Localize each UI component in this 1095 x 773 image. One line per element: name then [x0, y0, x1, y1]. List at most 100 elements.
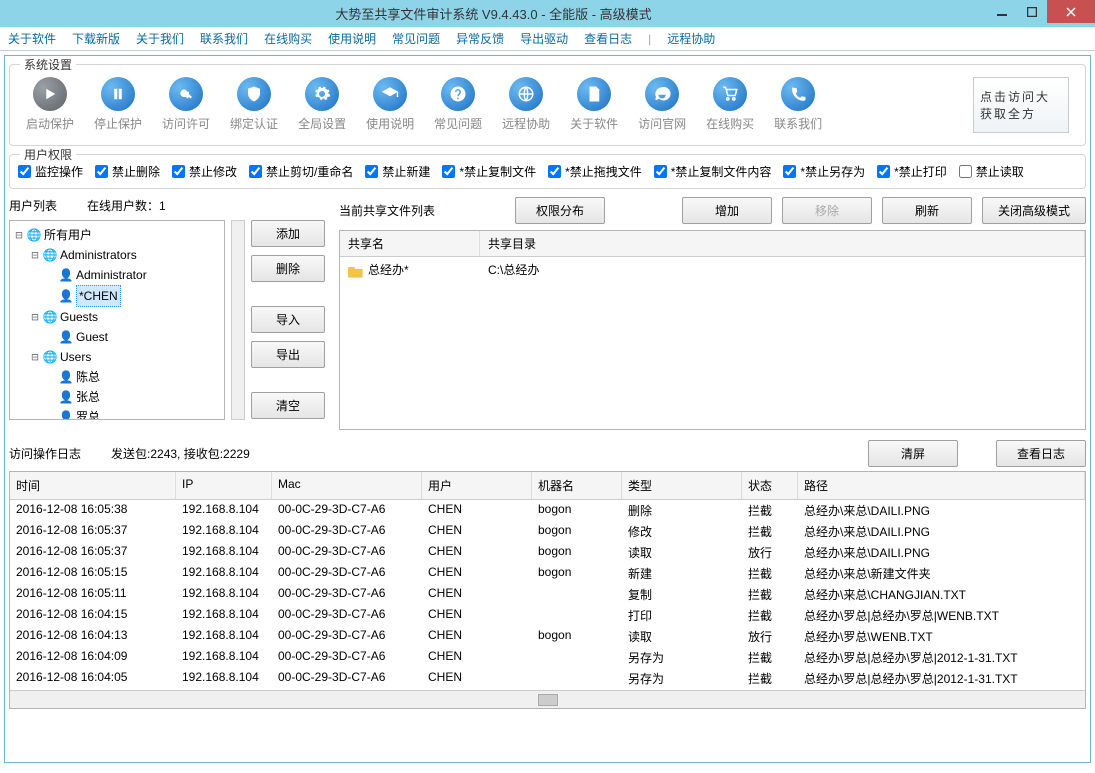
- toolbar-key-button[interactable]: 访问许可: [162, 77, 210, 132]
- export-button[interactable]: 导出: [251, 341, 325, 368]
- menu-buy[interactable]: 在线购买: [264, 30, 312, 47]
- log-row[interactable]: 2016-12-08 16:04:05192.168.8.10400-0C-29…: [10, 668, 1085, 689]
- toolbar-pause-button[interactable]: 停止保护: [94, 77, 142, 132]
- perm-checkbox[interactable]: [877, 165, 890, 178]
- perm-checkbox[interactable]: [172, 165, 185, 178]
- perm-*禁止另存为[interactable]: *禁止另存为: [783, 163, 865, 180]
- toolbar-label: 联系我们: [774, 115, 822, 132]
- perm-*禁止拖拽文件[interactable]: *禁止拖拽文件: [548, 163, 642, 180]
- log-col-host[interactable]: 机器名: [532, 472, 622, 499]
- log-row[interactable]: 2016-12-08 16:04:09192.168.8.10400-0C-29…: [10, 647, 1085, 668]
- menu-remote[interactable]: 远程协助: [667, 30, 715, 47]
- tree-user[interactable]: 👤陈总: [46, 367, 220, 387]
- tree-group[interactable]: ⊟🌐Administrators: [30, 245, 220, 265]
- toolbar-shield-button[interactable]: 绑定认证: [230, 77, 278, 132]
- tree-user[interactable]: 👤张总: [46, 387, 220, 407]
- perm-*禁止打印[interactable]: *禁止打印: [877, 163, 947, 180]
- share-col-name[interactable]: 共享名: [340, 231, 480, 256]
- perm-禁止新建[interactable]: 禁止新建: [365, 163, 430, 180]
- system-settings-title: 系统设置: [20, 56, 76, 73]
- tree-user[interactable]: 👤罗总: [46, 407, 220, 420]
- delete-user-button[interactable]: 删除: [251, 255, 325, 282]
- maximize-button[interactable]: [1017, 0, 1047, 23]
- perm-dist-button[interactable]: 权限分布: [515, 197, 605, 224]
- share-refresh-button[interactable]: 刷新: [882, 197, 972, 224]
- tree-group[interactable]: ⊟🌐Users: [30, 347, 220, 367]
- perm-checkbox[interactable]: [959, 165, 972, 178]
- menu-feedback[interactable]: 异常反馈: [456, 30, 504, 47]
- perm-checkbox[interactable]: [783, 165, 796, 178]
- menu-about-us[interactable]: 关于我们: [136, 30, 184, 47]
- log-col-mac[interactable]: Mac: [272, 472, 422, 499]
- perm-checkbox[interactable]: [95, 165, 108, 178]
- tree-root[interactable]: ⊟🌐所有用户: [14, 225, 220, 245]
- toolbar-ie-button[interactable]: 访问官网: [638, 77, 686, 132]
- toolbar-help-button[interactable]: 常见问题: [434, 77, 482, 132]
- log-row[interactable]: 2016-12-08 16:05:37192.168.8.10400-0C-29…: [10, 542, 1085, 563]
- log-col-user[interactable]: 用户: [422, 472, 532, 499]
- toolbar-grad-button[interactable]: 使用说明: [366, 77, 414, 132]
- toolbar-cart-button[interactable]: 在线购买: [706, 77, 754, 132]
- perm-监控操作[interactable]: 监控操作: [18, 163, 83, 180]
- menu-faq[interactable]: 常见问题: [392, 30, 440, 47]
- promo-banner[interactable]: 点击访问大获取全方: [973, 77, 1069, 133]
- perm-*禁止复制文件内容[interactable]: *禁止复制文件内容: [654, 163, 772, 180]
- globe-icon: [509, 77, 543, 111]
- clear-users-button[interactable]: 清空: [251, 392, 325, 419]
- share-add-button[interactable]: 增加: [682, 197, 772, 224]
- tree-scrollbar[interactable]: [231, 220, 245, 420]
- log-col-state[interactable]: 状态: [742, 472, 798, 499]
- perm-禁止修改[interactable]: 禁止修改: [172, 163, 237, 180]
- toolbar-gear-button[interactable]: 全局设置: [298, 77, 346, 132]
- perm-禁止读取[interactable]: 禁止读取: [959, 163, 1024, 180]
- add-user-button[interactable]: 添加: [251, 220, 325, 247]
- toolbar-play-button[interactable]: 启动保护: [26, 77, 74, 132]
- perm-checkbox[interactable]: [442, 165, 455, 178]
- menu-about-software[interactable]: 关于软件: [8, 30, 56, 47]
- tree-user[interactable]: 👤Guest: [46, 327, 220, 347]
- toolbar-phone-button[interactable]: 联系我们: [774, 77, 822, 132]
- log-clear-button[interactable]: 清屏: [868, 440, 958, 467]
- perm-checkbox[interactable]: [365, 165, 378, 178]
- tree-user[interactable]: 👤*CHEN: [46, 285, 220, 307]
- toolbar-doc-button[interactable]: 关于软件: [570, 77, 618, 132]
- perm-checkbox[interactable]: [654, 165, 667, 178]
- log-row[interactable]: 2016-12-08 16:05:15192.168.8.10400-0C-29…: [10, 563, 1085, 584]
- perm-*禁止复制文件[interactable]: *禁止复制文件: [442, 163, 536, 180]
- log-row[interactable]: 2016-12-08 16:05:38192.168.8.10400-0C-29…: [10, 500, 1085, 521]
- log-col-type[interactable]: 类型: [622, 472, 742, 499]
- log-col-path[interactable]: 路径: [798, 472, 1085, 499]
- log-row[interactable]: 2016-12-08 16:04:15192.168.8.10400-0C-29…: [10, 605, 1085, 626]
- menu-help[interactable]: 使用说明: [328, 30, 376, 47]
- menu-view-log[interactable]: 查看日志: [584, 30, 632, 47]
- log-row[interactable]: 2016-12-08 16:05:37192.168.8.10400-0C-29…: [10, 521, 1085, 542]
- tree-user[interactable]: 👤Administrator: [46, 265, 220, 285]
- log-row[interactable]: 2016-12-08 16:05:11192.168.8.10400-0C-29…: [10, 584, 1085, 605]
- log-view-button[interactable]: 查看日志: [996, 440, 1086, 467]
- toolbar-label: 全局设置: [298, 115, 346, 132]
- share-del-button[interactable]: 移除: [782, 197, 872, 224]
- log-col-time[interactable]: 时间: [10, 472, 176, 499]
- log-row[interactable]: 2016-12-08 16:04:13192.168.8.10400-0C-29…: [10, 626, 1085, 647]
- tree-group[interactable]: ⊟🌐Guests: [30, 307, 220, 327]
- menu-contact[interactable]: 联系我们: [200, 30, 248, 47]
- import-button[interactable]: 导入: [251, 306, 325, 333]
- perm-禁止剪切/重命名[interactable]: 禁止剪切/重命名: [249, 163, 353, 180]
- share-col-dir[interactable]: 共享目录: [480, 231, 1085, 256]
- log-col-ip[interactable]: IP: [176, 472, 272, 499]
- perm-checkbox[interactable]: [249, 165, 262, 178]
- toolbar-globe-button[interactable]: 远程协助: [502, 77, 550, 132]
- perm-checkbox[interactable]: [18, 165, 31, 178]
- toolbar-label: 常见问题: [434, 115, 482, 132]
- minimize-button[interactable]: [987, 0, 1017, 23]
- share-row[interactable]: 总经办*C:\总经办: [340, 257, 1085, 282]
- close-button[interactable]: [1047, 0, 1095, 23]
- log-hscrollbar[interactable]: [10, 690, 1085, 708]
- perm-禁止删除[interactable]: 禁止删除: [95, 163, 160, 180]
- menu-export-driver[interactable]: 导出驱动: [520, 30, 568, 47]
- perm-checkbox[interactable]: [548, 165, 561, 178]
- user-tree[interactable]: ⊟🌐所有用户⊟🌐Administrators👤Administrator👤*CH…: [9, 220, 225, 420]
- close-advanced-button[interactable]: 关闭高级模式: [982, 197, 1086, 224]
- menu-download[interactable]: 下载新版: [72, 30, 120, 47]
- window-title: 大势至共享文件审计系统 V9.4.43.0 - 全能版 - 高级模式: [0, 4, 987, 23]
